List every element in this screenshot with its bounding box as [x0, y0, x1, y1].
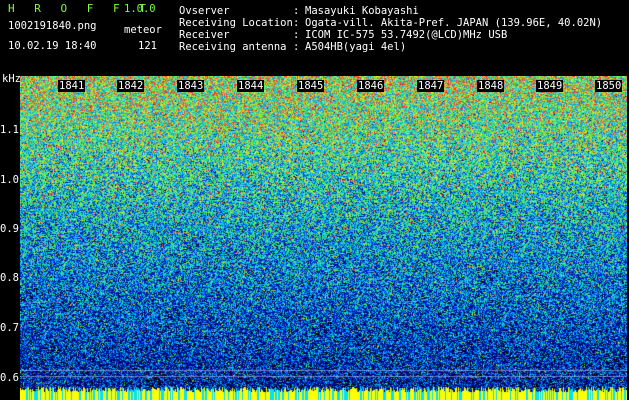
meteor-label: meteor — [124, 24, 162, 36]
app-version: 1.0.0 — [124, 3, 156, 15]
time-tick-label: 1842 — [117, 80, 145, 92]
y-tick-label: 1.1 — [0, 124, 19, 136]
time-tick-label: 1843 — [177, 80, 205, 92]
y-tick-label: 0.9 — [0, 223, 19, 235]
time-tick-label: 1844 — [237, 80, 265, 92]
time-tick-label: 1847 — [417, 80, 445, 92]
y-axis-unit: kHz — [2, 73, 21, 85]
time-tick-label: 1849 — [536, 80, 564, 92]
y-tick-label: 0.6 — [0, 372, 19, 384]
y-tick-label: 0.8 — [0, 272, 19, 284]
capture-datetime: 10.02.19 18:40 — [8, 40, 97, 52]
info-value-receiver: ICOM IC-575 53.7492(@LCD)MHz USB — [305, 29, 508, 41]
info-key-antenna: Receiving antenna — [179, 41, 287, 53]
spectrogram — [20, 76, 627, 400]
time-tick-label: 1846 — [357, 80, 385, 92]
time-tick-label: 1850 — [595, 80, 623, 92]
info-value-antenna: A504HB(yagi 4el) — [305, 41, 407, 53]
info-value-observer: Masayuki Kobayashi — [305, 5, 419, 17]
y-tick-label: 0.7 — [0, 322, 19, 334]
info-value-location: Ogata-vill. Akita-Pref. JAPAN (139.96E, … — [305, 17, 603, 29]
info-key-location: Receiving Location — [179, 17, 293, 29]
time-tick-label: 1848 — [477, 80, 505, 92]
time-tick-label: 1845 — [297, 80, 325, 92]
meteor-count: 121 — [138, 40, 157, 52]
time-tick-label: 1841 — [58, 80, 86, 92]
info-key-receiver: Receiver — [179, 29, 230, 41]
y-tick-label: 1.0 — [0, 174, 19, 186]
info-key-observer: Ovserver — [179, 5, 230, 17]
capture-filename: 1002191840.png — [8, 20, 97, 32]
